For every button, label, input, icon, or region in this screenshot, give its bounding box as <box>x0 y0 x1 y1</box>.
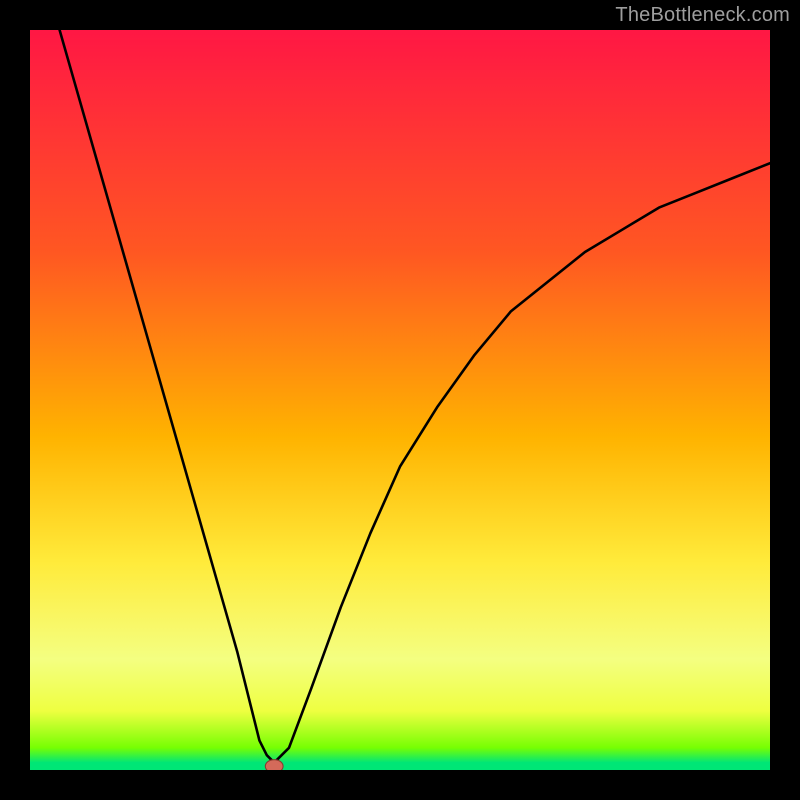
watermark-text: TheBottleneck.com <box>615 4 790 27</box>
optimum-marker <box>265 760 283 770</box>
plot-area <box>30 30 770 770</box>
gradient-rect <box>30 30 770 770</box>
chart-stage: TheBottleneck.com <box>0 0 800 800</box>
chart-svg <box>30 30 770 770</box>
